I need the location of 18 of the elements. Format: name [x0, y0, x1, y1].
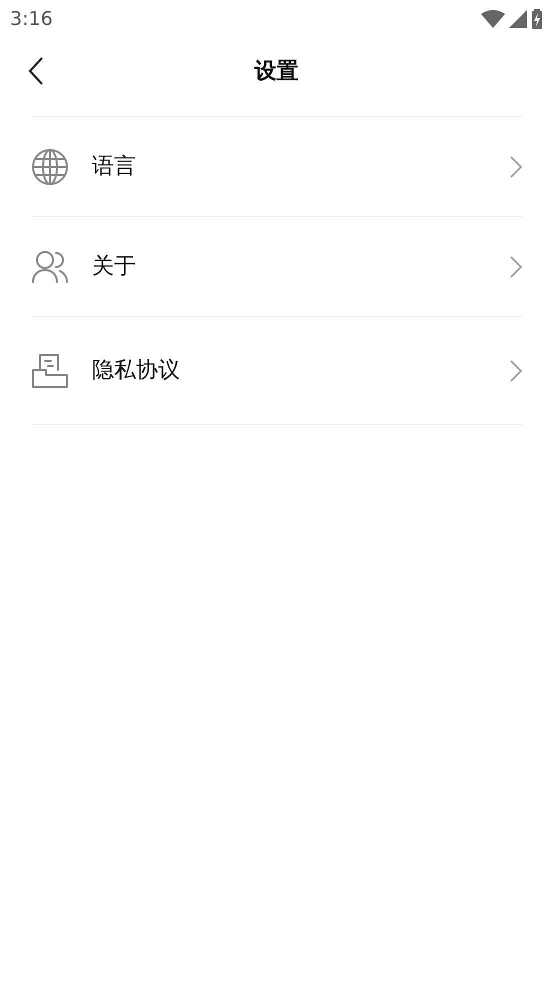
- people-icon: [31, 250, 69, 284]
- item-label: 语言: [92, 153, 137, 181]
- settings-item[interactable]: 语言: [31, 117, 522, 217]
- chevron-right-icon: [510, 256, 522, 278]
- page-title: 设置: [254, 58, 298, 86]
- status-time: 3:16: [10, 6, 53, 32]
- chevron-right-icon: [510, 156, 522, 178]
- globe-icon: [31, 148, 69, 186]
- chevron-right-icon: [510, 360, 522, 382]
- settings-item[interactable]: 隐私协议: [31, 317, 522, 425]
- item-label: 隐私协议: [92, 357, 181, 385]
- signal-icon: [509, 10, 527, 28]
- settings-item[interactable]: 关于: [31, 217, 522, 317]
- tray-document-icon: [31, 352, 69, 388]
- back-icon: [28, 57, 44, 85]
- wifi-icon: [481, 10, 505, 28]
- item-label: 关于: [92, 253, 137, 281]
- battery-charging-icon: [531, 9, 543, 29]
